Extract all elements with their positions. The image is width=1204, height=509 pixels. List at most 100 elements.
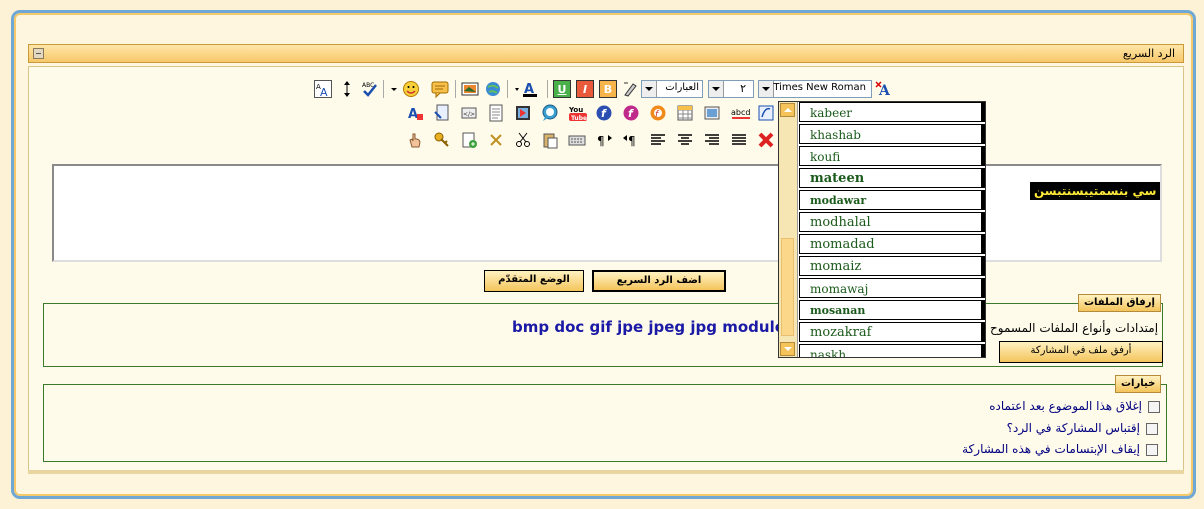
font-size-select[interactable]: ٢ (708, 80, 754, 98)
phrases-select[interactable]: العبارات (641, 80, 703, 98)
quick-reply-title: الرد السريع (1122, 47, 1175, 60)
video-icon[interactable] (514, 104, 532, 122)
font-option-momaiz[interactable]: momaiz (799, 256, 985, 276)
ltr-paragraph-icon[interactable]: ¶ (595, 131, 613, 149)
quick-reply-title-bar: الرد السريع (28, 44, 1184, 63)
hand-pointer-icon[interactable] (406, 131, 424, 149)
document-icon[interactable] (487, 104, 505, 122)
attachments-legend: إرفاق الملفات (1078, 294, 1161, 312)
options-legend: خيارات (1115, 375, 1162, 393)
quote-post-label: إقتباس المشاركة في الرد؟ (1006, 421, 1140, 435)
font-option-naskh[interactable]: naskh (799, 344, 985, 357)
svg-text:Tube: Tube (571, 115, 587, 122)
chevron-down-icon[interactable] (642, 81, 657, 97)
close-thread-label: إغلاق هذا الموضوع بعد اعتماده (989, 399, 1142, 413)
scroll-thumb[interactable] (781, 238, 794, 336)
add-page-icon[interactable] (460, 131, 478, 149)
rtl-paragraph-icon[interactable]: ¶ (622, 131, 640, 149)
chevron-down-icon[interactable] (389, 80, 399, 98)
font-option-mozakraf[interactable]: mozakraf (799, 322, 985, 342)
pencil-icon[interactable] (622, 80, 640, 98)
font-style-icon[interactable]: A (874, 80, 892, 99)
font-size-icon[interactable]: AA (314, 80, 332, 99)
keyboard-icon[interactable] (568, 131, 586, 149)
youtube-icon[interactable]: You Tube (568, 104, 588, 122)
close-thread-checkbox[interactable] (1148, 401, 1160, 413)
separator (547, 80, 548, 98)
allowed-extensions: bmp doc gif jpe jpeg jpg module pd (512, 318, 812, 336)
svg-text:abcd: abcd (731, 108, 750, 117)
spellcheck-icon[interactable]: ABC (361, 80, 379, 98)
cut-icon[interactable] (514, 131, 532, 149)
svg-text:</>: </> (463, 111, 475, 118)
underline-icon[interactable]: U (553, 80, 571, 98)
svg-text:You: You (568, 106, 583, 114)
picture-frame-icon[interactable] (703, 104, 721, 122)
code-icon[interactable]: </> (460, 104, 478, 122)
dropdown-scrollbar[interactable] (779, 102, 798, 357)
scroll-up-icon[interactable] (780, 103, 795, 117)
svg-text:A: A (320, 86, 328, 97)
phrases-value: العبارات (665, 82, 699, 93)
chat-icon[interactable] (541, 104, 559, 122)
firefox-icon[interactable]: f (649, 104, 667, 122)
attachment-doc-icon[interactable] (433, 104, 451, 122)
font-replace-icon[interactable]: A (406, 104, 424, 122)
font-option-modawar[interactable]: modawar (799, 190, 985, 210)
font-family-value: Times New Roman (773, 82, 866, 93)
text-color-icon[interactable]: A (514, 80, 542, 98)
flash-player-icon[interactable]: f (622, 104, 640, 122)
media-icon[interactable]: f (595, 104, 613, 122)
italic-icon[interactable]: I (576, 80, 594, 98)
chevron-down-icon[interactable] (709, 81, 724, 97)
collapse-icon[interactable] (33, 48, 44, 59)
close-x-icon[interactable] (487, 131, 505, 149)
panel-shadow (28, 470, 1184, 474)
quote-post-checkbox[interactable] (1146, 423, 1158, 435)
flash-icon[interactable] (757, 104, 775, 122)
font-option-kabeer[interactable]: kabeer (799, 102, 985, 122)
font-options: kabeer khashab koufi mateen modawar modhalal m… (799, 102, 985, 357)
font-option-modhalal[interactable]: modhalal (799, 212, 985, 232)
disable-smilies-checkbox[interactable] (1146, 444, 1158, 456)
attach-file-button[interactable]: أرفق ملف في المشاركة (999, 341, 1163, 363)
svg-text:¶: ¶ (628, 134, 636, 148)
svg-text:A: A (408, 107, 418, 122)
smiley-icon[interactable] (402, 80, 420, 98)
editor-content: سي بنسمتيبسنتبسن (1030, 182, 1161, 200)
font-size-value: ٢ (740, 82, 746, 95)
globe-icon[interactable] (484, 80, 502, 98)
font-option-mosanan[interactable]: mosanan (799, 300, 985, 320)
align-left-icon[interactable] (649, 131, 667, 149)
font-option-mateen[interactable]: mateen (799, 168, 985, 188)
table-icon[interactable] (676, 104, 694, 122)
paste-icon[interactable] (541, 131, 559, 149)
svg-text:¶: ¶ (597, 134, 605, 148)
align-right-icon[interactable] (703, 131, 721, 149)
advanced-mode-button[interactable]: الوضع المتقدّم (484, 270, 584, 292)
delete-icon[interactable] (757, 131, 775, 149)
disable-smilies-label: إيقاف الإبتسامات في هذه المشاركة (962, 442, 1140, 456)
bold-icon[interactable]: B (599, 80, 617, 98)
chevron-down-icon[interactable] (759, 81, 774, 97)
font-option-koufi[interactable]: koufi (799, 146, 985, 166)
align-center-icon[interactable] (676, 131, 694, 149)
separator (507, 80, 508, 98)
font-option-khashab[interactable]: khashab (799, 124, 985, 144)
font-option-momadad[interactable]: momadad (799, 234, 985, 254)
key-icon[interactable] (433, 131, 451, 149)
quick-reply-button[interactable]: اضف الرد السريع (592, 270, 726, 292)
scroll-down-icon[interactable] (780, 342, 795, 356)
separator (455, 80, 456, 98)
separator (383, 80, 384, 98)
allowed-extensions-label: إمتدادات وأنواع الملفات المسموح (990, 321, 1159, 335)
font-dropdown-list[interactable]: kabeer khashab koufi mateen modawar modhalal m… (778, 101, 986, 358)
comment-icon[interactable] (431, 80, 449, 99)
font-family-select[interactable]: Times New Roman (758, 80, 872, 98)
image-icon[interactable] (461, 80, 479, 98)
font-option-momawaj[interactable]: momawaj (799, 278, 985, 298)
strikethrough-color-icon[interactable]: abcd (731, 104, 751, 122)
align-justify-icon[interactable] (730, 131, 748, 149)
resize-icon[interactable] (340, 80, 354, 98)
message-editor[interactable] (52, 164, 1162, 262)
